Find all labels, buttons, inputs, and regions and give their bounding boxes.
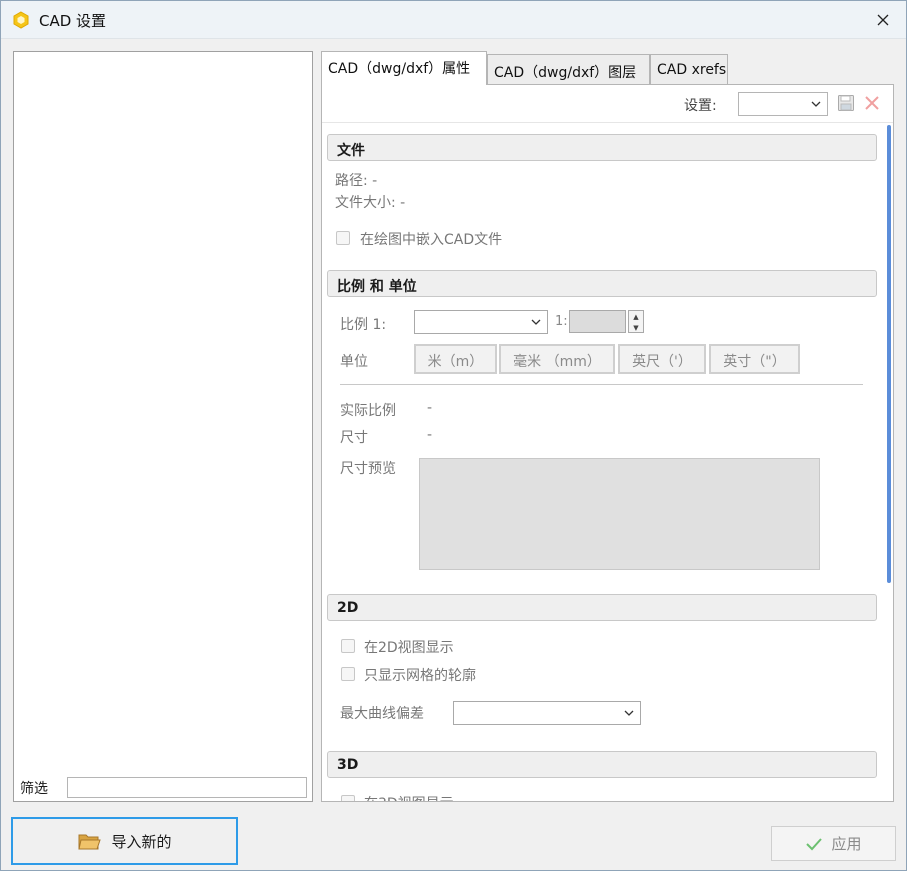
apply-button[interactable]: 应用 (771, 826, 896, 861)
settings-toolbar: 设置: (322, 85, 893, 123)
show-in-2d-label: 在2D视图显示 (364, 640, 454, 656)
embed-cad-label: 在绘图中嵌入CAD文件 (360, 232, 503, 248)
divider (340, 384, 863, 385)
cad-settings-window: CAD 设置 筛选 CAD（dwg/dxf）属性 CAD（dwg/dxf）图层 … (0, 0, 907, 871)
section-3d-header[interactable]: 3D (327, 751, 877, 778)
scale-label: 比例 1: (340, 317, 387, 333)
chevron-down-icon (811, 101, 821, 107)
chevron-down-icon (624, 710, 634, 716)
apply-label: 应用 (831, 835, 862, 853)
import-new-label: 导入新的 (111, 832, 172, 851)
units-label: 单位 (340, 354, 368, 370)
ratio-prefix: 1: (555, 314, 568, 329)
section-scale-units-header[interactable]: 比例 和 单位 (327, 270, 877, 297)
scale-select[interactable] (414, 310, 548, 334)
size-value: - (427, 427, 433, 443)
outline-only-checkbox[interactable] (341, 667, 355, 681)
spin-down-icon[interactable]: ▼ (629, 322, 643, 333)
section-file-header[interactable]: 文件 (327, 134, 877, 161)
chevron-down-icon (531, 319, 541, 325)
file-path-text: 路径: - (335, 173, 378, 189)
app-hexagon-icon (13, 11, 29, 29)
ratio-input[interactable] (569, 310, 626, 333)
size-label: 尺寸 (340, 430, 368, 446)
max-curve-label: 最大曲线偏差 (340, 706, 424, 722)
section-2d-header[interactable]: 2D (327, 594, 877, 621)
close-icon (877, 14, 889, 26)
window-title: CAD 设置 (39, 12, 107, 30)
file-size-text: 文件大小: - (335, 195, 406, 211)
tab-cad-properties[interactable]: CAD（dwg/dxf）属性 (321, 51, 487, 85)
size-preview-label: 尺寸预览 (340, 461, 396, 477)
properties-panel: 设置: 文件 路径: - 文件大小: - 在绘图中嵌入CAD文件 比例 和 单位… (321, 84, 894, 802)
save-icon[interactable] (837, 94, 855, 112)
checkmark-icon (806, 837, 823, 850)
filter-input[interactable] (67, 777, 307, 798)
max-curve-select[interactable] (453, 701, 641, 725)
close-button[interactable] (860, 1, 906, 39)
delete-icon[interactable] (863, 94, 881, 112)
show-in-3d-checkbox[interactable] (341, 795, 355, 801)
scrollbar-thumb[interactable] (887, 125, 891, 583)
tab-cad-xrefs[interactable]: CAD xrefs (650, 54, 728, 84)
folder-icon (78, 834, 102, 850)
size-preview-box (419, 458, 820, 570)
import-new-button[interactable]: 导入新的 (11, 817, 238, 865)
show-in-2d-checkbox[interactable] (341, 639, 355, 653)
ratio-spinner[interactable]: ▲ ▼ (628, 310, 644, 333)
cad-file-list[interactable] (13, 51, 313, 802)
unit-millimeter-button[interactable]: 毫米 （mm） (499, 344, 615, 374)
unit-inch-button[interactable]: 英寸（"） (709, 344, 800, 374)
embed-cad-checkbox[interactable] (336, 231, 350, 245)
actual-scale-value: - (427, 400, 433, 416)
actual-scale-label: 实际比例 (340, 403, 396, 419)
title-bar: CAD 设置 (1, 1, 906, 39)
outline-only-label: 只显示网格的轮廓 (364, 668, 476, 684)
spin-up-icon[interactable]: ▲ (629, 311, 643, 322)
unit-meter-button[interactable]: 米（m） (414, 344, 497, 374)
settings-select[interactable] (738, 92, 828, 116)
show-in-3d-label: 在3D视图显示 (364, 793, 454, 801)
tab-cad-layers[interactable]: CAD（dwg/dxf）图层 (487, 54, 650, 84)
settings-label: 设置: (684, 98, 717, 114)
unit-foot-button[interactable]: 英尺（'） (618, 344, 706, 374)
filter-label: 筛选 (20, 781, 48, 797)
